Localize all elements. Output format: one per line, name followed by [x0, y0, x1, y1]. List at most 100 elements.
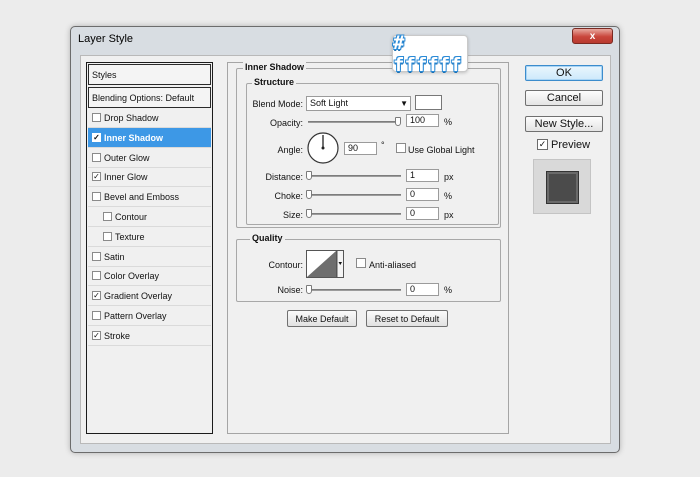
contour-label: Contour:: [268, 260, 303, 270]
contour-picker[interactable]: [306, 250, 344, 278]
opacity-label: Opacity:: [269, 118, 303, 128]
style-item-inner-glow[interactable]: ✓ Inner Glow: [88, 167, 211, 187]
angle-input[interactable]: 90: [344, 142, 377, 155]
choke-slider-thumb[interactable]: [306, 190, 312, 199]
checkmark-icon: ✓: [93, 133, 100, 142]
opacity-input[interactable]: 100: [406, 114, 439, 127]
choke-unit: %: [444, 191, 453, 201]
style-checkbox[interactable]: [92, 252, 101, 261]
checkmark-icon: ✓: [93, 331, 100, 340]
style-checkbox[interactable]: ✓: [92, 133, 101, 142]
angle-dial[interactable]: [306, 131, 340, 165]
noise-label: Noise:: [277, 285, 303, 295]
make-default-button[interactable]: Make Default: [287, 310, 357, 327]
ok-button[interactable]: OK: [525, 65, 603, 81]
style-checkbox[interactable]: [103, 212, 112, 221]
panel-title: Inner Shadow: [243, 62, 307, 72]
style-item-label: Drop Shadow: [104, 112, 159, 123]
opacity-slider-track[interactable]: [308, 121, 401, 123]
distance-slider-track[interactable]: [308, 175, 401, 177]
noise-slider-thumb[interactable]: [306, 285, 312, 294]
style-item-label: Stroke: [104, 330, 131, 341]
blending-options-label: Blending Options: Default: [92, 92, 195, 103]
noise-unit: %: [444, 285, 453, 295]
distance-label: Distance:: [265, 172, 303, 182]
noise-slider-track[interactable]: [308, 289, 401, 291]
noise-input[interactable]: 0: [406, 283, 439, 296]
blend-mode-label: Blend Mode:: [252, 99, 303, 109]
style-item-stroke[interactable]: ✓ Stroke: [88, 326, 211, 346]
global-light-label: Use Global Light: [408, 145, 475, 155]
style-item-label: Satin: [104, 251, 125, 262]
style-item-gradient-overlay[interactable]: ✓ Gradient Overlay: [88, 286, 211, 306]
checkmark-icon: ✓: [93, 172, 100, 181]
style-item-label: Color Overlay: [104, 270, 160, 281]
choke-slider-track[interactable]: [308, 194, 401, 196]
style-checkbox[interactable]: ✓: [92, 291, 101, 300]
style-item-satin[interactable]: Satin: [88, 247, 211, 267]
style-item-outer-glow[interactable]: Outer Glow: [88, 148, 211, 168]
degree-unit: °: [381, 140, 385, 150]
style-item-drop-shadow[interactable]: Drop Shadow: [88, 108, 211, 128]
style-item-pattern-overlay[interactable]: Pattern Overlay: [88, 306, 211, 326]
style-item-label: Contour: [115, 211, 148, 222]
styles-header[interactable]: Styles: [88, 64, 211, 85]
style-item-label: Inner Shadow: [104, 132, 164, 143]
cancel-button[interactable]: Cancel: [525, 90, 603, 106]
preview-checkbox[interactable]: ✓: [537, 139, 548, 150]
global-light-checkbox[interactable]: [396, 143, 406, 153]
distance-slider-thumb[interactable]: [306, 171, 312, 180]
style-checkbox[interactable]: [103, 232, 112, 241]
style-checkbox[interactable]: [92, 113, 101, 122]
style-item-label: Pattern Overlay: [104, 310, 167, 321]
color-hex-annotation: # ffffff: [392, 32, 468, 76]
opacity-slider-thumb[interactable]: [395, 117, 401, 126]
style-item-label: Outer Glow: [104, 152, 150, 163]
size-input[interactable]: 0: [406, 207, 439, 220]
blend-mode-select[interactable]: Soft Light ▼: [306, 96, 411, 111]
new-style-button[interactable]: New Style...: [525, 116, 603, 132]
style-item-texture[interactable]: Texture: [88, 227, 211, 247]
style-item-color-overlay[interactable]: Color Overlay: [88, 266, 211, 286]
blend-mode-value: Soft Light: [310, 98, 349, 108]
anti-aliased-checkbox[interactable]: [356, 258, 366, 268]
dropdown-arrow-icon: ▼: [400, 99, 408, 108]
size-label: Size:: [282, 210, 303, 220]
style-item-label: Texture: [115, 231, 145, 242]
style-checkbox[interactable]: [92, 271, 101, 280]
style-item-bevel-and-emboss[interactable]: Bevel and Emboss: [88, 187, 211, 207]
structure-legend: Structure: [252, 77, 297, 87]
style-checkbox[interactable]: [92, 153, 101, 162]
choke-input[interactable]: 0: [406, 188, 439, 201]
close-icon: x: [589, 30, 596, 42]
size-unit: px: [444, 210, 454, 220]
close-button[interactable]: x: [572, 28, 613, 44]
style-item-inner-shadow[interactable]: ✓ Inner Shadow: [88, 128, 211, 148]
style-checkbox[interactable]: ✓: [92, 172, 101, 181]
anti-aliased-label: Anti-aliased: [369, 260, 417, 270]
size-slider-thumb[interactable]: [306, 209, 312, 218]
style-item-label: Inner Glow: [104, 171, 148, 182]
blend-color-swatch[interactable]: [415, 95, 442, 110]
checkmark-icon: ✓: [93, 291, 100, 300]
choke-label: Choke:: [274, 191, 303, 201]
preview-swatch: [547, 172, 578, 203]
style-checkbox[interactable]: [92, 192, 101, 201]
size-slider-track[interactable]: [308, 213, 401, 215]
style-item-contour[interactable]: Contour: [88, 207, 211, 227]
style-checkbox[interactable]: ✓: [92, 331, 101, 340]
reset-to-default-button[interactable]: Reset to Default: [366, 310, 448, 327]
preview-label: Preview: [551, 139, 591, 151]
distance-unit: px: [444, 172, 454, 182]
distance-input[interactable]: 1: [406, 169, 439, 182]
checkmark-icon: ✓: [538, 139, 547, 149]
angle-label: Angle:: [277, 145, 303, 155]
style-item-label: Gradient Overlay: [104, 290, 173, 301]
dialog-title: Layer Style: [78, 33, 134, 45]
preview-swatch-frame: [533, 159, 591, 214]
opacity-unit: %: [444, 117, 453, 127]
styles-header-label: Styles: [92, 69, 117, 80]
style-checkbox[interactable]: [92, 311, 101, 320]
blending-options-item[interactable]: Blending Options: Default: [88, 87, 211, 108]
quality-legend: Quality: [250, 233, 285, 243]
